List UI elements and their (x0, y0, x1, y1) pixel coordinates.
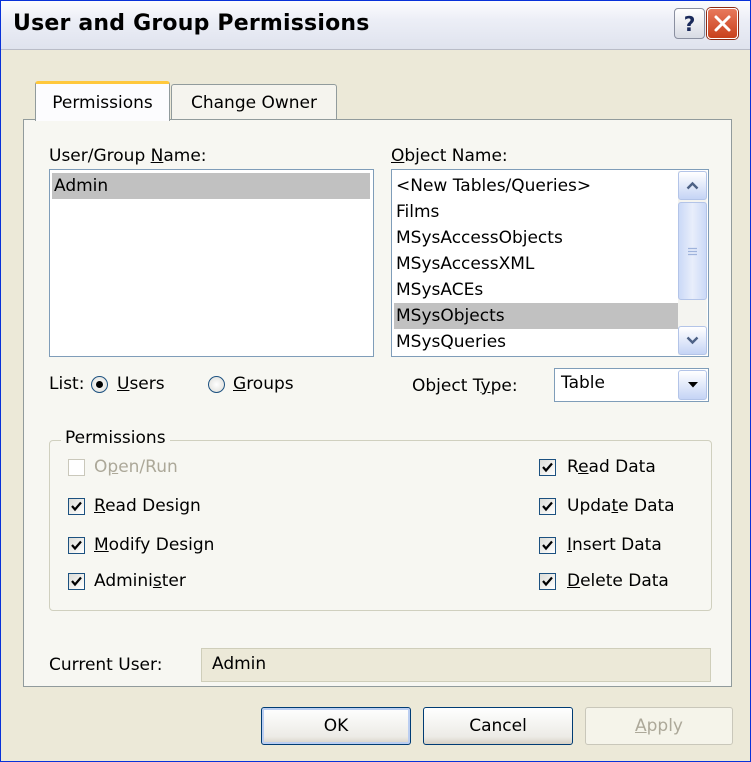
ok-button[interactable]: OK (261, 707, 411, 745)
administer-checkbox[interactable] (68, 573, 85, 590)
delete-data-label: Delete Data (567, 571, 669, 591)
read-data-label: Read Data (567, 457, 656, 477)
grip-icon (688, 247, 697, 255)
read-data-checkbox[interactable] (539, 459, 556, 476)
groups-radio-label[interactable]: Groups (233, 374, 294, 394)
checkmark-icon (542, 462, 553, 473)
list-item[interactable]: MSysAccessXML (394, 251, 678, 277)
dropdown-arrow-icon (687, 382, 698, 388)
object-type-label: Object Type: (412, 376, 518, 396)
list-item[interactable]: Films (394, 199, 678, 225)
read-design-label: Read Design (94, 496, 201, 516)
users-radio-label[interactable]: Users (117, 374, 165, 394)
update-data-checkbox[interactable] (539, 498, 556, 515)
scroll-up-button[interactable] (678, 171, 707, 200)
open-run-checkbox[interactable] (68, 459, 85, 476)
list-label: List: (49, 374, 85, 394)
scroll-thumb[interactable] (678, 202, 707, 300)
current-user-label: Current User: (49, 655, 163, 675)
administer-label: Administer (94, 571, 186, 591)
read-design-checkbox[interactable] (68, 498, 85, 515)
update-data-label: Update Data (567, 496, 675, 516)
list-item[interactable]: <New Tables/Queries> (394, 173, 678, 199)
object-type-select[interactable]: Table (554, 368, 709, 402)
chevron-down-icon (686, 336, 699, 345)
apply-button[interactable]: Apply (585, 707, 733, 745)
modify-design-label: Modify Design (94, 535, 215, 555)
checkmark-icon (71, 576, 82, 587)
insert-data-checkbox[interactable] (539, 537, 556, 554)
object-list-scrollbar[interactable] (678, 171, 707, 355)
object-name-label: Object Name: (391, 146, 508, 166)
user-group-listbox[interactable]: Admin (49, 169, 374, 357)
scroll-down-button[interactable] (678, 326, 707, 355)
list-item[interactable]: MSysAccessObjects (394, 225, 678, 251)
delete-data-checkbox[interactable] (539, 573, 556, 590)
permissions-dialog: User and Group Permissions ? Permissions… (0, 0, 751, 762)
list-item[interactable]: MSysObjects (394, 303, 678, 329)
checkmark-icon (542, 540, 553, 551)
modify-design-checkbox[interactable] (68, 537, 85, 554)
checkmark-icon (542, 501, 553, 512)
permissions-group-title: Permissions (61, 428, 170, 448)
object-name-listbox[interactable]: <New Tables/Queries> Films MSysAccessObj… (391, 169, 709, 357)
checkmark-icon (71, 501, 82, 512)
list-item[interactable]: Admin (52, 173, 370, 199)
dropdown-button[interactable] (678, 370, 707, 400)
open-run-label: Open/Run (94, 457, 178, 477)
list-item[interactable]: MSysQueries (394, 329, 678, 355)
checkmark-icon (71, 540, 82, 551)
object-type-value: Table (561, 373, 605, 393)
insert-data-label: Insert Data (567, 535, 662, 555)
current-user-value: Admin (212, 654, 267, 674)
list-item[interactable]: MSysACEs (394, 277, 678, 303)
checkmark-icon (542, 576, 553, 587)
radio-selected-dot (96, 381, 103, 388)
groups-radio[interactable] (208, 376, 225, 393)
current-user-field: Admin (201, 648, 711, 682)
chevron-up-icon (686, 181, 699, 190)
user-group-name-label: User/Group Name: (49, 146, 207, 166)
cancel-button[interactable]: Cancel (423, 707, 573, 745)
users-radio[interactable] (91, 376, 108, 393)
